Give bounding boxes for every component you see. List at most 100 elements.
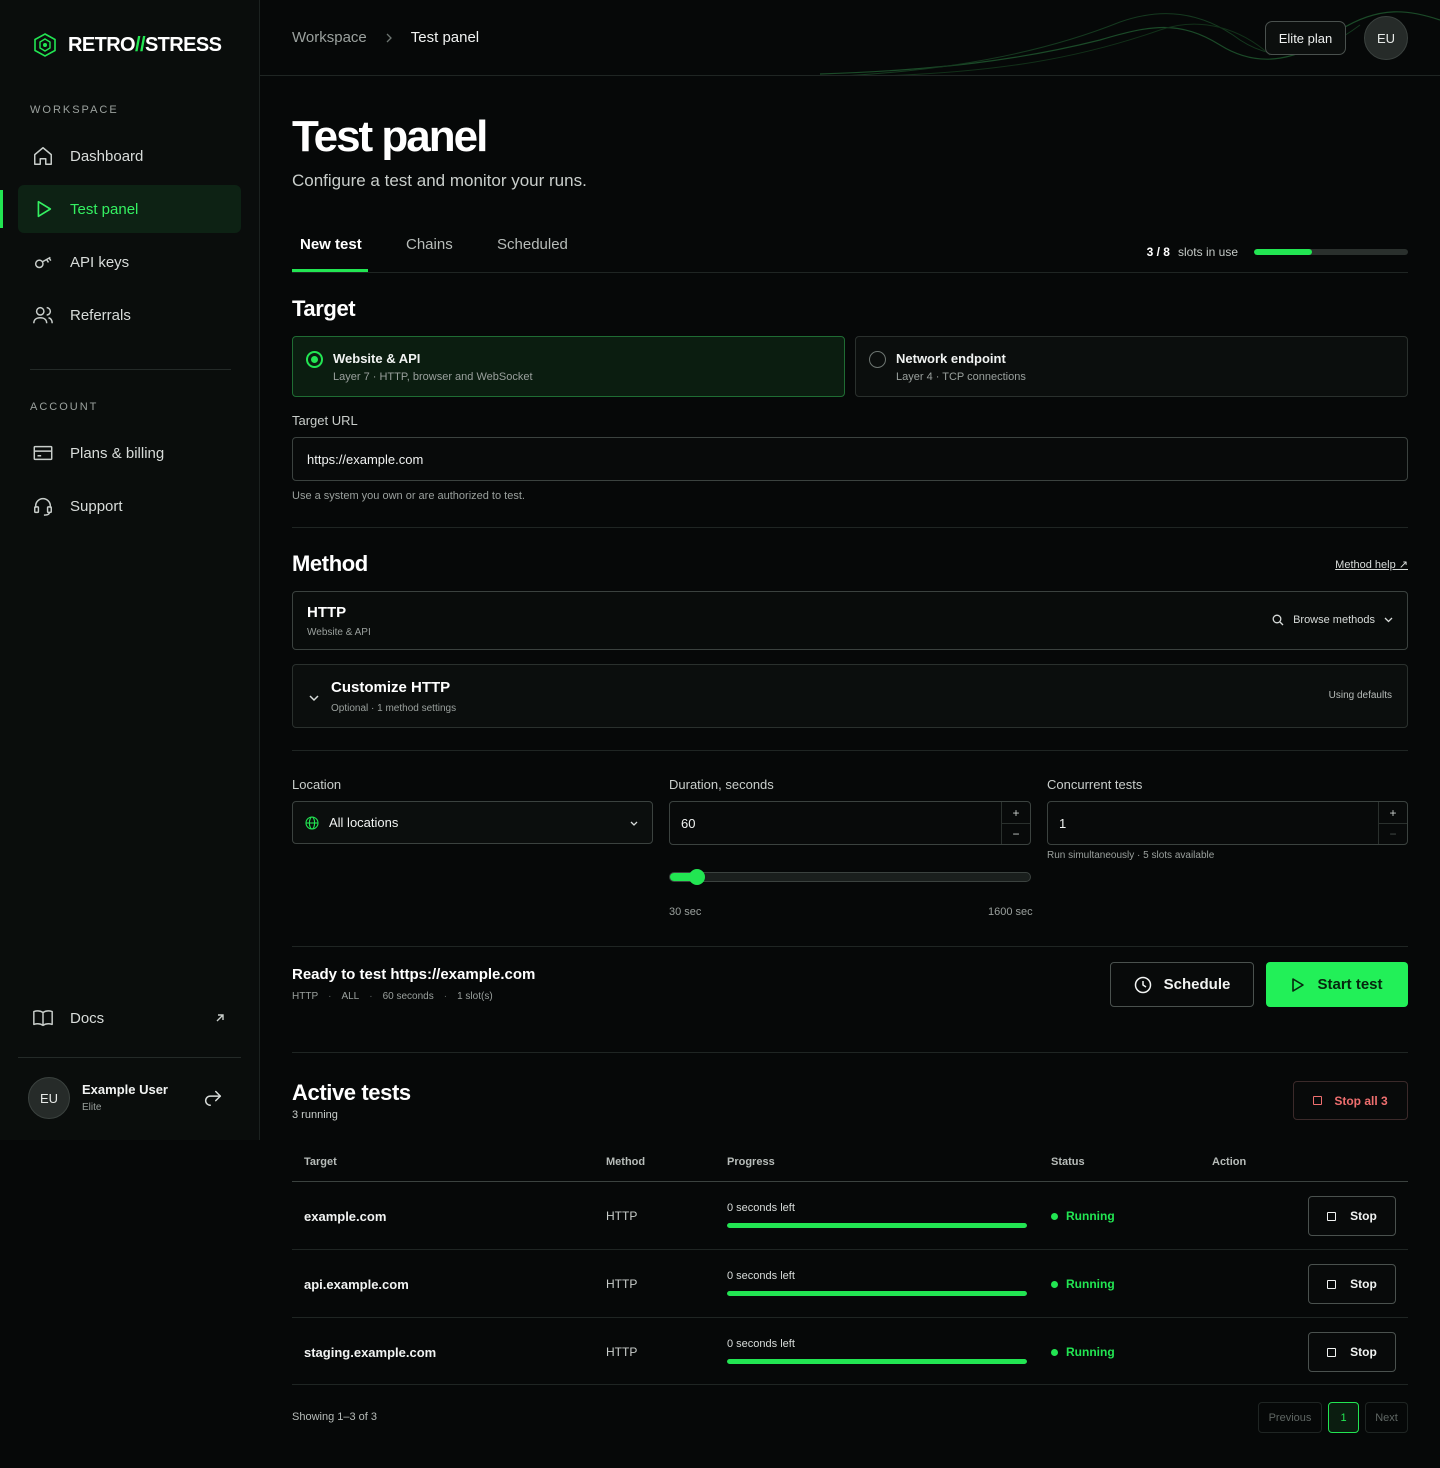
- users-icon: [33, 306, 53, 324]
- table-row: example.com HTTP 0 seconds left Running …: [292, 1181, 1408, 1249]
- sidebar-item-support[interactable]: Support: [18, 482, 241, 530]
- section-divider: [292, 750, 1408, 751]
- sidebar-item-api-keys[interactable]: API keys: [18, 238, 241, 286]
- pagination-summary: Showing 1–3 of 3: [292, 1411, 378, 1423]
- row-status: Running: [1051, 1345, 1115, 1359]
- stop-label: Stop: [1350, 1209, 1377, 1223]
- sidebar-item-referrals[interactable]: Referrals: [18, 291, 241, 339]
- header-avatar[interactable]: EU: [1364, 16, 1408, 60]
- stop-label: Stop: [1350, 1345, 1377, 1359]
- sidebar-item-dashboard[interactable]: Dashboard: [18, 132, 241, 180]
- location-select[interactable]: All locations: [292, 801, 653, 844]
- logout-icon[interactable]: [202, 1086, 224, 1108]
- tab-chains[interactable]: Chains: [406, 236, 453, 253]
- globe-icon: [305, 815, 319, 830]
- play-icon: [37, 200, 52, 218]
- chevron-down-icon: [630, 821, 638, 826]
- play-icon: [1292, 977, 1305, 992]
- duration-slider-thumb[interactable]: [689, 869, 706, 885]
- decrement-button[interactable]: −: [1002, 823, 1030, 844]
- plan-button[interactable]: Elite plan: [1265, 21, 1346, 55]
- external-link-icon: [216, 1014, 224, 1022]
- pagination-page-1[interactable]: 1: [1328, 1402, 1359, 1433]
- start-test-button[interactable]: Start test: [1266, 962, 1408, 1007]
- row-stop-button[interactable]: Stop: [1308, 1332, 1396, 1372]
- user-name: Example User: [82, 1082, 168, 1097]
- page-title: Test panel: [292, 112, 488, 161]
- row-progress-text: 0 seconds left: [727, 1270, 795, 1282]
- customize-subtitle: Optional · 1 method settings: [331, 703, 457, 714]
- row-method: HTTP: [606, 1209, 638, 1223]
- row-stop-button[interactable]: Stop: [1308, 1196, 1396, 1236]
- account-section-label: ACCOUNT: [30, 401, 99, 413]
- sidebar-item-docs[interactable]: Docs: [18, 994, 241, 1042]
- target-url-input[interactable]: https://example.com: [292, 437, 1408, 481]
- book-icon: [33, 1010, 53, 1027]
- radio-unselected[interactable]: [869, 351, 886, 368]
- hexagon-logo-icon: [34, 33, 56, 57]
- chevron-right-icon: [386, 33, 392, 42]
- column-header-method: Method: [606, 1156, 646, 1168]
- concurrent-hint: Run simultaneously · 5 slots available: [1047, 850, 1215, 861]
- increment-button[interactable]: +: [1002, 802, 1030, 823]
- location-label: Location: [292, 777, 342, 792]
- active-indicator: [0, 190, 3, 228]
- status-dot: [1051, 1280, 1058, 1288]
- stop-square-icon: [1327, 1347, 1337, 1357]
- duration-slider[interactable]: [669, 869, 1031, 885]
- row-status-label: Running: [1066, 1277, 1115, 1291]
- method-help-link[interactable]: Method help ↗: [1335, 558, 1408, 571]
- stop-square-icon: [1313, 1096, 1323, 1105]
- sidebar-item-label: Test panel: [70, 200, 139, 218]
- section-divider: [292, 527, 1408, 528]
- increment-button[interactable]: +: [1379, 802, 1407, 823]
- customize-method-panel[interactable]: Customize HTTP Optional · 1 method setti…: [292, 664, 1408, 728]
- radio-selected[interactable]: [306, 351, 323, 368]
- decrement-button[interactable]: −: [1379, 823, 1407, 844]
- summary-chip-slots: 1 slot(s): [457, 991, 493, 1002]
- breadcrumb: Workspace Test panel: [292, 29, 479, 46]
- user-card[interactable]: EU Example User Elite: [18, 1057, 241, 1140]
- browse-methods-button[interactable]: Browse methods: [1272, 614, 1393, 626]
- duration-value: 60: [681, 815, 696, 831]
- breadcrumb-workspace[interactable]: Workspace: [292, 29, 367, 46]
- stop-label: Stop: [1350, 1277, 1377, 1291]
- duration-input[interactable]: 60 + −: [669, 801, 1031, 845]
- browse-methods-label: Browse methods: [1293, 614, 1375, 626]
- row-target: api.example.com: [304, 1277, 409, 1292]
- schedule-label: Schedule: [1163, 976, 1231, 993]
- target-option-website[interactable]: Website & API Layer 7 · HTTP, browser an…: [292, 336, 845, 397]
- row-target: example.com: [304, 1209, 387, 1224]
- method-heading: Method: [292, 551, 368, 576]
- stop-square-icon: [1327, 1211, 1337, 1221]
- section-divider: [292, 1052, 1408, 1053]
- target-url-hint: Use a system you own or are authorized t…: [292, 490, 525, 502]
- sidebar-item-plans-billing[interactable]: Plans & billing: [18, 429, 241, 477]
- duration-stepper: + −: [1001, 802, 1030, 844]
- stop-all-button[interactable]: Stop all 3: [1293, 1081, 1408, 1120]
- method-selector[interactable]: HTTP Website & API Browse methods: [292, 591, 1408, 650]
- sidebar-item-test-panel[interactable]: Test panel: [18, 185, 241, 233]
- summary-chip-method: HTTP: [292, 991, 319, 1002]
- ready-summary-title: Ready to test https://example.com: [292, 966, 536, 983]
- chip-separator: ·: [443, 991, 448, 1002]
- row-stop-button[interactable]: Stop: [1308, 1264, 1396, 1304]
- tab-new-test[interactable]: New test: [300, 236, 362, 253]
- column-header-status: Status: [1051, 1156, 1085, 1168]
- table-row: staging.example.com HTTP 0 seconds left …: [292, 1317, 1408, 1385]
- chip-separator: ·: [328, 991, 332, 1002]
- sidebar-item-label: Dashboard: [70, 147, 144, 165]
- concurrent-input[interactable]: 1 + −: [1047, 801, 1408, 845]
- column-header-target: Target: [304, 1156, 337, 1168]
- pagination-previous[interactable]: Previous: [1258, 1402, 1322, 1433]
- slots-usage: 3 / 8 slots in use: [1147, 245, 1408, 259]
- brand-logo[interactable]: RETRO//STRESS: [32, 32, 222, 58]
- tab-scheduled[interactable]: Scheduled: [497, 236, 568, 253]
- customize-title: Customize HTTP: [331, 679, 451, 696]
- pagination-next[interactable]: Next: [1365, 1402, 1408, 1433]
- target-heading: Target: [292, 296, 356, 321]
- target-option-network[interactable]: Network endpoint Layer 4 · TCP connectio…: [855, 336, 1408, 397]
- slots-used: 3 / 8: [1146, 245, 1170, 259]
- method-subtitle: Website & API: [307, 627, 371, 638]
- schedule-button[interactable]: Schedule: [1110, 962, 1254, 1007]
